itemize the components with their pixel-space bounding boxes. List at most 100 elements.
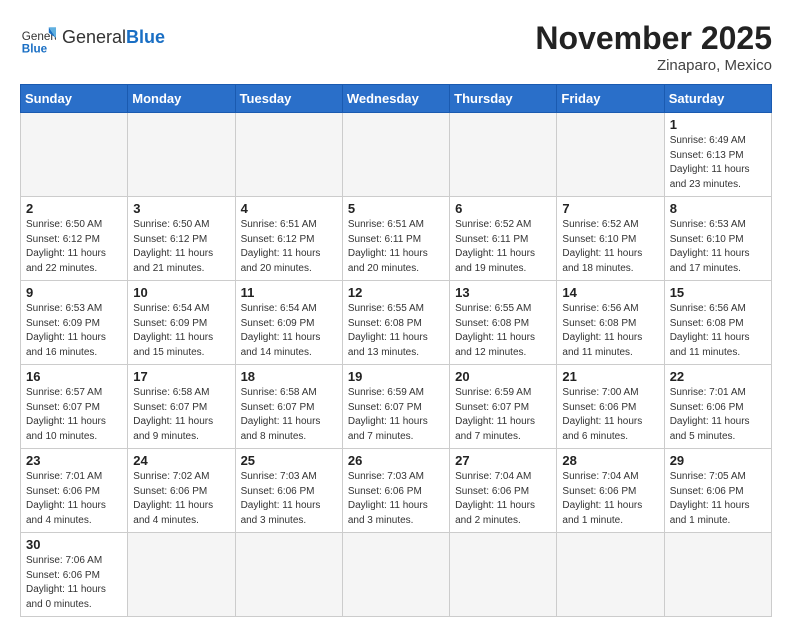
calendar-cell: 9Sunrise: 6:53 AM Sunset: 6:09 PM Daylig… <box>21 281 128 365</box>
day-info: Sunrise: 7:04 AM Sunset: 6:06 PM Dayligh… <box>455 470 551 528</box>
calendar: Sunday Monday Tuesday Wednesday Thursday… <box>20 84 772 617</box>
day-info: Sunrise: 6:55 AM Sunset: 6:08 PM Dayligh… <box>455 302 551 360</box>
calendar-cell <box>450 113 557 197</box>
day-number: 16 <box>26 369 122 384</box>
calendar-cell <box>557 533 664 617</box>
calendar-cell <box>342 113 449 197</box>
calendar-cell <box>235 113 342 197</box>
calendar-cell: 8 Sunrise: 6:53 AM Sunset: 6:10 PM Daylig… <box>664 197 771 281</box>
calendar-cell <box>450 533 557 617</box>
calendar-cell: 10 Sunrise: 6:54 AM Sunset: 6:09 PM Dayli… <box>128 281 235 365</box>
day-info: Sunrise: 7:01 AM Sunset: 6:06 PM Dayligh… <box>26 470 122 528</box>
day-number: 20 <box>455 369 551 384</box>
calendar-cell: 26 Sunrise: 7:03 AM Sunset: 6:06 PM Dayli… <box>342 449 449 533</box>
calendar-cell: 28Sunrise: 7:04 AM Sunset: 6:06 PM Dayli… <box>557 449 664 533</box>
day-number: 12 <box>348 285 444 300</box>
calendar-cell <box>235 533 342 617</box>
day-info: Sunrise: 7:02 AM Sunset: 6:06 PM Dayligh… <box>133 470 229 528</box>
day-number: 30 <box>26 537 122 552</box>
day-info: Sunrise: 6:54 AM Sunset: 6:09 PM Dayligh… <box>133 302 229 360</box>
day-info: Sunrise: 6:57 AM Sunset: 6:07 PM Dayligh… <box>26 386 122 444</box>
day-number: 5 <box>348 201 444 216</box>
calendar-cell: 15 Sunrise: 6:56 AM Sunset: 6:08 PM Dayli… <box>664 281 771 365</box>
day-info: Sunrise: 6:52 AM Sunset: 6:11 PM Dayligh… <box>455 218 551 276</box>
calendar-cell: 2Sunrise: 6:50 AM Sunset: 6:12 PM Daylig… <box>21 197 128 281</box>
day-number: 8 <box>670 201 766 216</box>
calendar-cell: 22Sunrise: 7:01 AM Sunset: 6:06 PM Dayli… <box>664 365 771 449</box>
calendar-week-2: 9Sunrise: 6:53 AM Sunset: 6:09 PM Daylig… <box>21 281 772 365</box>
day-number: 14 <box>562 285 658 300</box>
weekday-header-row: Sunday Monday Tuesday Wednesday Thursday… <box>21 85 772 113</box>
month-title: November 2025 <box>535 20 772 57</box>
header-monday: Monday <box>128 85 235 113</box>
day-info: Sunrise: 7:06 AM Sunset: 6:06 PM Dayligh… <box>26 554 122 612</box>
day-info: Sunrise: 7:00 AM Sunset: 6:06 PM Dayligh… <box>562 386 658 444</box>
header-tuesday: Tuesday <box>235 85 342 113</box>
day-number: 25 <box>241 453 337 468</box>
day-info: Sunrise: 7:03 AM Sunset: 6:06 PM Dayligh… <box>348 470 444 528</box>
calendar-cell: 18Sunrise: 6:58 AM Sunset: 6:07 PM Dayli… <box>235 365 342 449</box>
calendar-cell <box>664 533 771 617</box>
calendar-cell: 4Sunrise: 6:51 AM Sunset: 6:12 PM Daylig… <box>235 197 342 281</box>
day-info: Sunrise: 6:53 AM Sunset: 6:09 PM Dayligh… <box>26 302 122 360</box>
calendar-body: 1Sunrise: 6:49 AM Sunset: 6:13 PM Daylig… <box>21 113 772 617</box>
day-number: 24 <box>133 453 229 468</box>
day-info: Sunrise: 6:58 AM Sunset: 6:07 PM Dayligh… <box>133 386 229 444</box>
calendar-cell: 17Sunrise: 6:58 AM Sunset: 6:07 PM Dayli… <box>128 365 235 449</box>
day-number: 11 <box>241 285 337 300</box>
day-number: 22 <box>670 369 766 384</box>
calendar-cell: 20 Sunrise: 6:59 AM Sunset: 6:07 PM Dayli… <box>450 365 557 449</box>
calendar-week-3: 16 Sunrise: 6:57 AM Sunset: 6:07 PM Dayli… <box>21 365 772 449</box>
calendar-cell <box>342 533 449 617</box>
day-number: 7 <box>562 201 658 216</box>
calendar-cell: 11 Sunrise: 6:54 AM Sunset: 6:09 PM Dayli… <box>235 281 342 365</box>
logo: General Blue GeneralBlue <box>20 20 165 56</box>
day-info: Sunrise: 6:59 AM Sunset: 6:07 PM Dayligh… <box>348 386 444 444</box>
logo-icon: General Blue <box>20 20 56 56</box>
calendar-cell <box>557 113 664 197</box>
day-info: Sunrise: 6:51 AM Sunset: 6:11 PM Dayligh… <box>348 218 444 276</box>
day-number: 13 <box>455 285 551 300</box>
day-info: Sunrise: 6:53 AM Sunset: 6:10 PM Dayligh… <box>670 218 766 276</box>
logo-blue-text: Blue <box>126 27 165 47</box>
calendar-cell: 6Sunrise: 6:52 AM Sunset: 6:11 PM Daylig… <box>450 197 557 281</box>
calendar-cell <box>21 113 128 197</box>
day-number: 2 <box>26 201 122 216</box>
day-info: Sunrise: 7:03 AM Sunset: 6:06 PM Dayligh… <box>241 470 337 528</box>
day-number: 26 <box>348 453 444 468</box>
day-number: 15 <box>670 285 766 300</box>
header-thursday: Thursday <box>450 85 557 113</box>
location: Zinaparo, Mexico <box>535 57 772 74</box>
calendar-cell: 14Sunrise: 6:56 AM Sunset: 6:08 PM Dayli… <box>557 281 664 365</box>
header-wednesday: Wednesday <box>342 85 449 113</box>
day-number: 27 <box>455 453 551 468</box>
day-info: Sunrise: 6:52 AM Sunset: 6:10 PM Dayligh… <box>562 218 658 276</box>
day-number: 1 <box>670 117 766 132</box>
calendar-cell: 29Sunrise: 7:05 AM Sunset: 6:06 PM Dayli… <box>664 449 771 533</box>
calendar-week-1: 2 Sunrise: 6:50 AM Sunset: 6:12 PM Daylig… <box>21 197 772 281</box>
calendar-week-5: 30 Sunrise: 7:06 AM Sunset: 6:06 PM Dayli… <box>21 533 772 617</box>
day-number: 19 <box>348 369 444 384</box>
page-header: General Blue GeneralBlue November 2025 Z… <box>20 20 772 74</box>
calendar-cell: 21Sunrise: 7:00 AM Sunset: 6:06 PM Dayli… <box>557 365 664 449</box>
calendar-cell: 23Sunrise: 7:01 AM Sunset: 6:06 PM Dayli… <box>21 449 128 533</box>
day-number: 3 <box>133 201 229 216</box>
calendar-cell: 3 Sunrise: 6:50 AM Sunset: 6:12 PM Daylig… <box>128 197 235 281</box>
calendar-cell: 16 Sunrise: 6:57 AM Sunset: 6:07 PM Dayli… <box>21 365 128 449</box>
calendar-cell: 1Sunrise: 6:49 AM Sunset: 6:13 PM Daylig… <box>664 113 771 197</box>
day-info: Sunrise: 6:55 AM Sunset: 6:08 PM Dayligh… <box>348 302 444 360</box>
calendar-cell: 19 Sunrise: 6:59 AM Sunset: 6:07 PM Dayli… <box>342 365 449 449</box>
day-number: 28 <box>562 453 658 468</box>
day-info: Sunrise: 6:56 AM Sunset: 6:08 PM Dayligh… <box>670 302 766 360</box>
day-number: 4 <box>241 201 337 216</box>
day-info: Sunrise: 6:59 AM Sunset: 6:07 PM Dayligh… <box>455 386 551 444</box>
calendar-cell: 5 Sunrise: 6:51 AM Sunset: 6:11 PM Daylig… <box>342 197 449 281</box>
calendar-week-4: 23Sunrise: 7:01 AM Sunset: 6:06 PM Dayli… <box>21 449 772 533</box>
day-info: Sunrise: 6:54 AM Sunset: 6:09 PM Dayligh… <box>241 302 337 360</box>
day-number: 29 <box>670 453 766 468</box>
calendar-cell: 13 Sunrise: 6:55 AM Sunset: 6:08 PM Dayli… <box>450 281 557 365</box>
day-info: Sunrise: 6:50 AM Sunset: 6:12 PM Dayligh… <box>133 218 229 276</box>
calendar-cell: 7 Sunrise: 6:52 AM Sunset: 6:10 PM Daylig… <box>557 197 664 281</box>
calendar-cell: 25 Sunrise: 7:03 AM Sunset: 6:06 PM Dayli… <box>235 449 342 533</box>
day-number: 10 <box>133 285 229 300</box>
